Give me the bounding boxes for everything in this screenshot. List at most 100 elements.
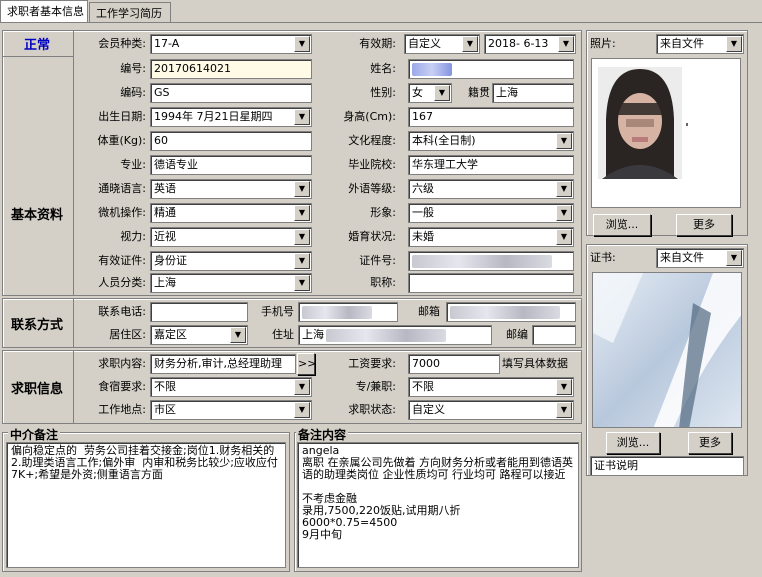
member-type-select[interactable]: 17-A ▼ (150, 34, 312, 54)
vision-select[interactable]: 近视 ▼ (150, 227, 312, 247)
salary-label: 工资要求: (348, 357, 396, 370)
image-select[interactable]: 一般 ▼ (408, 203, 574, 223)
origin-label: 籍贯 (468, 86, 490, 99)
photo-source-select[interactable]: 来自文件 ▼ (656, 34, 744, 54)
validity-date-picker[interactable]: 2018- 6-13 ▼ (484, 34, 576, 54)
chevron-down-icon[interactable]: ▼ (558, 36, 574, 52)
chevron-down-icon[interactable]: ▼ (294, 253, 310, 269)
chevron-down-icon[interactable]: ▼ (294, 229, 310, 245)
chevron-down-icon[interactable]: ▼ (556, 133, 572, 149)
location-select[interactable]: 市区 ▼ (150, 400, 312, 420)
cert-browse-button[interactable]: 浏览... (606, 432, 660, 454)
id-type-label: 有效证件: (98, 254, 146, 267)
id-type-select[interactable]: 身份证 ▼ (150, 251, 312, 271)
phone-label: 联系电话: (98, 305, 146, 318)
job-content-label: 求职内容: (98, 357, 146, 370)
photo-more-button[interactable]: 更多 (676, 214, 732, 236)
cert-source-select[interactable]: 来自文件 ▼ (656, 248, 744, 268)
postcode-input[interactable] (532, 325, 576, 345)
person-type-label: 人员分类: (98, 276, 146, 289)
chevron-down-icon[interactable]: ▼ (294, 379, 310, 395)
title-input[interactable] (408, 273, 574, 293)
major-input[interactable]: 德语专业 (150, 155, 312, 175)
origin-input[interactable]: 上海 (492, 83, 574, 103)
education-label: 文化程度: (348, 134, 396, 147)
foreign-level-select[interactable]: 六级 ▼ (408, 179, 574, 199)
gender-label: 性别: (370, 86, 396, 99)
fulltime-select[interactable]: 不限 ▼ (408, 377, 574, 397)
code-input[interactable]: GS (150, 83, 312, 103)
salary-hint: 填写具体数据 (502, 357, 568, 370)
job-status-select[interactable]: 自定义 ▼ (408, 400, 574, 420)
number-input[interactable]: 20170614021 (150, 59, 312, 79)
district-select[interactable]: 嘉定区 ▼ (150, 325, 248, 345)
school-input[interactable]: 华东理工大学 (408, 155, 574, 175)
id-number-label: 证件号: (359, 254, 396, 267)
chevron-down-icon[interactable]: ▼ (294, 109, 310, 125)
chevron-down-icon[interactable]: ▼ (556, 379, 572, 395)
photo-label: 照片: (590, 37, 616, 50)
tab-work-history[interactable]: 工作学习简历 (89, 2, 171, 22)
chevron-down-icon[interactable]: ▼ (556, 205, 572, 221)
chevron-down-icon[interactable]: ▼ (556, 181, 572, 197)
section-contact: 联系方式 (10, 318, 63, 333)
email-label: 邮箱 (418, 305, 440, 318)
mobile-input[interactable] (298, 302, 398, 322)
gender-select[interactable]: 女 ▼ (408, 83, 452, 103)
weight-label: 体重(Kg): (97, 134, 147, 147)
birth-date-picker[interactable]: 1994年 7月21日星期四 ▼ (150, 107, 312, 127)
section-job: 求职信息 (10, 382, 63, 397)
marital-select[interactable]: 未婚 ▼ (408, 227, 574, 247)
birth-label: 出生日期: (98, 110, 146, 123)
housing-label: 食宿要求: (98, 380, 146, 393)
language-select[interactable]: 英语 ▼ (150, 179, 312, 199)
remark-title: 备注内容 (296, 426, 349, 443)
chevron-down-icon[interactable]: ▼ (462, 36, 478, 52)
name-label: 姓名: (370, 62, 396, 75)
job-content-more-button[interactable]: >> (297, 353, 316, 375)
chevron-down-icon[interactable]: ▼ (294, 205, 310, 221)
tab-divider (0, 22, 762, 23)
photo-browse-button[interactable]: 浏览... (593, 214, 651, 236)
education-select[interactable]: 本科(全日制) ▼ (408, 131, 574, 151)
district-label: 居住区: (109, 328, 146, 341)
chevron-down-icon[interactable]: ▼ (726, 36, 742, 52)
agent-note-textarea[interactable]: 偏向稳定点的 劳务公司挂着交接金;岗位1.财务相关的 2.助理类语言工作;偏外审… (6, 442, 286, 568)
validity-label: 有效期: (359, 37, 396, 50)
chevron-down-icon[interactable]: ▼ (556, 402, 572, 418)
section-basic: 基本资料 (10, 208, 63, 223)
chevron-down-icon[interactable]: ▼ (294, 181, 310, 197)
phone-input[interactable] (150, 302, 248, 322)
chevron-down-icon[interactable]: ▼ (294, 36, 310, 52)
housing-select[interactable]: 不限 ▼ (150, 377, 312, 397)
name-input[interactable] (408, 59, 574, 79)
salary-input[interactable]: 7000 (408, 354, 500, 374)
id-number-input[interactable] (408, 251, 574, 271)
mobile-label: 手机号 (261, 305, 294, 318)
job-content-input[interactable]: 财务分析,审计,总经理助理 (150, 354, 296, 374)
person-type-select[interactable]: 上海 ▼ (150, 273, 312, 293)
chevron-down-icon[interactable]: ▼ (726, 250, 742, 266)
image-label: 形象: (370, 206, 396, 219)
remark-textarea[interactable]: angela 离职 在亲属公司先做着 方向财务分析或者能用到德语英语的助理类岗位… (297, 442, 579, 568)
chevron-down-icon[interactable]: ▼ (556, 229, 572, 245)
job-status-label: 求职状态: (348, 403, 396, 416)
vision-label: 视力: (120, 230, 146, 243)
chevron-down-icon[interactable]: ▼ (294, 402, 310, 418)
address-label: 住址 (272, 328, 294, 341)
number-label: 编号: (120, 62, 146, 75)
address-input[interactable]: 上海 (298, 325, 492, 345)
cert-description-input[interactable]: 证书说明 (590, 456, 744, 476)
chevron-down-icon[interactable]: ▼ (230, 327, 246, 343)
tab-basic-info[interactable]: 求职者基本信息 (0, 0, 88, 22)
height-input[interactable]: 167 (408, 107, 574, 127)
chevron-down-icon[interactable]: ▼ (294, 275, 310, 291)
email-input[interactable] (446, 302, 576, 322)
cert-more-button[interactable]: 更多 (688, 432, 732, 454)
status-label: 正常 (23, 38, 50, 53)
chevron-down-icon[interactable]: ▼ (434, 85, 450, 101)
computer-select[interactable]: 精通 ▼ (150, 203, 312, 223)
weight-input[interactable]: 60 (150, 131, 312, 151)
language-label: 通晓语言: (98, 182, 146, 195)
validity-select[interactable]: 自定义 ▼ (404, 34, 480, 54)
